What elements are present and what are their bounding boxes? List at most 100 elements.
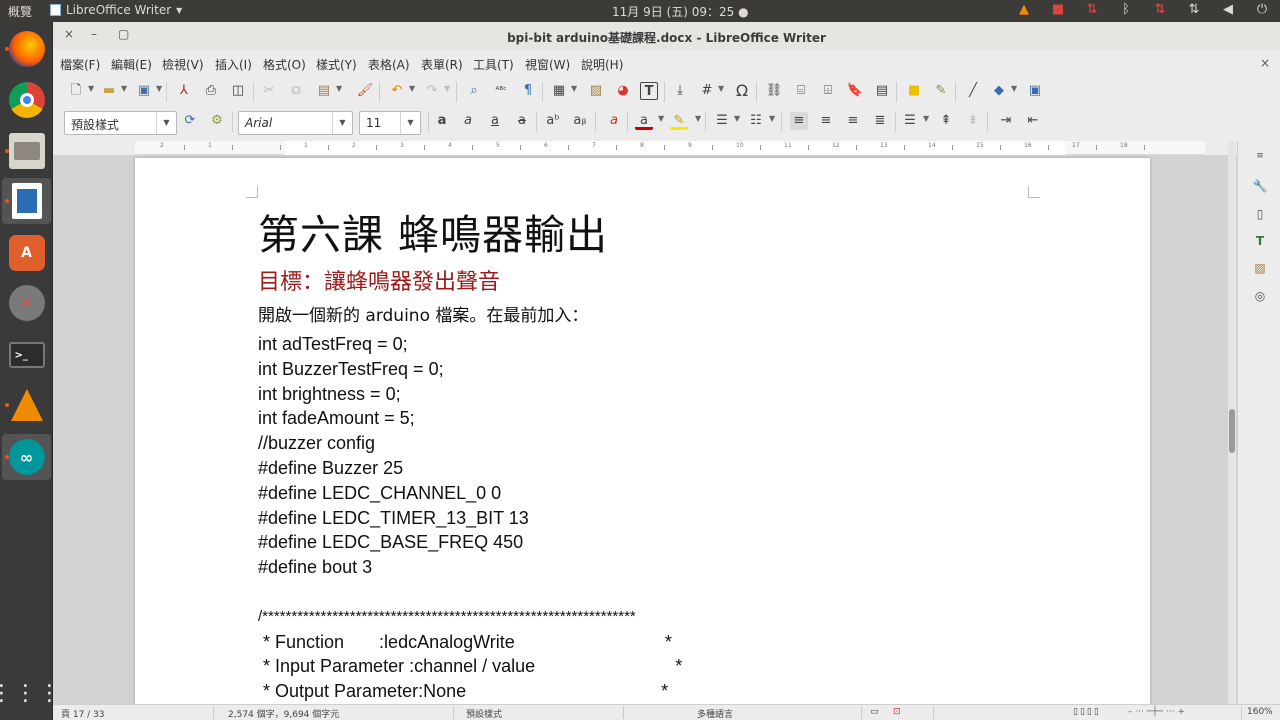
camera-tray-icon[interactable]: ■ bbox=[1050, 2, 1066, 17]
redo-icon[interactable]: ↷ bbox=[423, 82, 441, 100]
menu-window[interactable]: 視窗(W) bbox=[525, 56, 570, 73]
transfer-tray-icon[interactable]: ⇅ bbox=[1152, 2, 1168, 17]
title-bar[interactable]: × – ▢ bpi-bit arduino基礎課程.docx - LibreOf… bbox=[53, 22, 1280, 49]
navigator-icon[interactable]: ◎ bbox=[1251, 287, 1269, 305]
chrome-launcher[interactable] bbox=[2, 77, 51, 123]
document-content[interactable]: 第六課 蜂鳴器輸出 目標：讓蜂鳴器發出聲音 開啟一個新的 arduino 檔案。… bbox=[258, 208, 1038, 704]
font-color-icon[interactable]: a bbox=[635, 112, 653, 130]
new-document-icon[interactable]: 🗋 bbox=[67, 82, 85, 100]
files-launcher[interactable] bbox=[2, 128, 51, 174]
undo-icon[interactable]: ↶ bbox=[388, 82, 406, 100]
chevron-down-icon[interactable]: ▼ bbox=[409, 84, 415, 93]
endnote-icon[interactable]: ⌹ bbox=[819, 82, 837, 100]
bookmark-icon[interactable]: 🔖 bbox=[846, 82, 864, 100]
menu-tools[interactable]: 工具(T) bbox=[473, 56, 514, 73]
hyperlink-icon[interactable]: ⛓ bbox=[765, 82, 783, 100]
styles-icon[interactable]: T bbox=[1251, 232, 1269, 250]
settings-launcher[interactable]: ✕ bbox=[2, 280, 51, 326]
zoom-slider[interactable]: – ··· ─┼─ ··· + bbox=[1128, 707, 1185, 717]
show-applications-button[interactable]: ⋮⋮⋮ bbox=[0, 670, 61, 716]
line-spacing-icon[interactable]: ☰ bbox=[901, 112, 919, 130]
bluetooth-icon[interactable]: ᛒ bbox=[1118, 2, 1134, 17]
superscript-icon[interactable]: aᵇ bbox=[544, 112, 562, 130]
page-style[interactable]: 預設樣式 bbox=[466, 707, 502, 720]
footnote-icon[interactable]: ⌸ bbox=[792, 82, 810, 100]
chevron-down-icon[interactable]: ▼ bbox=[923, 114, 929, 123]
chevron-down-icon[interactable]: ▼ bbox=[121, 84, 127, 93]
font-size-combo[interactable]: 11 ▼ bbox=[359, 111, 421, 135]
copy-icon[interactable]: ⧉ bbox=[287, 82, 305, 100]
chevron-down-icon[interactable]: ▼ bbox=[444, 84, 450, 93]
language-status[interactable]: 多種語言 bbox=[697, 707, 733, 720]
document-page[interactable]: 第六課 蜂鳴器輸出 目標：讓蜂鳴器發出聲音 開啟一個新的 arduino 檔案。… bbox=[135, 158, 1150, 704]
decrease-indent-icon[interactable]: ⇤ bbox=[1024, 112, 1042, 130]
align-left-icon[interactable]: ≡ bbox=[790, 112, 808, 130]
clone-formatting-icon[interactable]: 🖌 bbox=[356, 82, 374, 100]
justify-icon[interactable]: ≣ bbox=[871, 112, 889, 130]
paste-icon[interactable]: ▤ bbox=[315, 82, 333, 100]
insert-field-icon[interactable]: # bbox=[698, 82, 716, 100]
page-icon[interactable]: ▯ bbox=[1251, 205, 1269, 223]
chevron-down-icon[interactable]: ▼ bbox=[336, 84, 342, 93]
print-preview-icon[interactable]: ◫ bbox=[229, 82, 247, 100]
formatting-marks-icon[interactable]: ¶ bbox=[519, 82, 537, 100]
comment-icon[interactable]: ■ bbox=[905, 82, 923, 100]
chevron-down-icon[interactable]: ▼ bbox=[769, 114, 775, 123]
align-right-icon[interactable]: ≡ bbox=[844, 112, 862, 130]
clock[interactable]: 11月 9日 (五) 09：25 ● bbox=[612, 3, 749, 20]
writer-launcher[interactable] bbox=[2, 178, 51, 224]
volume-icon[interactable]: ◀ bbox=[1220, 2, 1236, 17]
track-changes-icon[interactable]: ✎ bbox=[932, 82, 950, 100]
network-icon[interactable]: ⇅ bbox=[1186, 2, 1202, 17]
document-canvas[interactable]: 第六課 蜂鳴器輸出 目標：讓蜂鳴器發出聲音 開啟一個新的 arduino 檔案。… bbox=[53, 155, 1237, 704]
menu-form[interactable]: 表單(R) bbox=[421, 56, 463, 73]
chevron-down-icon[interactable]: ▼ bbox=[1011, 84, 1017, 93]
close-document-button[interactable]: × bbox=[1260, 56, 1270, 70]
save-icon[interactable]: ▣ bbox=[135, 82, 153, 100]
underline-icon[interactable]: a bbox=[486, 112, 504, 130]
page-counter[interactable]: 頁 17 / 33 bbox=[61, 707, 105, 720]
font-name-combo[interactable]: Arial ▼ bbox=[238, 111, 353, 135]
cut-icon[interactable]: ✂ bbox=[260, 82, 278, 100]
export-pdf-icon[interactable]: ⅄ bbox=[175, 82, 193, 100]
chevron-down-icon[interactable]: ▼ bbox=[400, 112, 420, 134]
line-icon[interactable]: ╱ bbox=[964, 82, 982, 100]
find-replace-icon[interactable]: ⌕ bbox=[465, 82, 483, 100]
chevron-down-icon[interactable]: ▼ bbox=[156, 84, 162, 93]
chevron-down-icon[interactable]: ▼ bbox=[658, 114, 664, 123]
increase-paragraph-spacing-icon[interactable]: ⇞ bbox=[937, 112, 955, 130]
draw-functions-icon[interactable]: ▣ bbox=[1026, 82, 1044, 100]
increase-indent-icon[interactable]: ⇥ bbox=[997, 112, 1015, 130]
decrease-paragraph-spacing-icon[interactable]: ⇟ bbox=[964, 112, 982, 130]
insert-image-icon[interactable]: ▨ bbox=[587, 82, 605, 100]
menu-help[interactable]: 說明(H) bbox=[581, 56, 623, 73]
vlc-launcher[interactable] bbox=[2, 382, 51, 428]
menu-view[interactable]: 檢視(V) bbox=[162, 56, 204, 73]
firefox-launcher[interactable] bbox=[2, 26, 51, 72]
menu-table[interactable]: 表格(A) bbox=[368, 56, 410, 73]
cross-reference-icon[interactable]: ▤ bbox=[873, 82, 891, 100]
chevron-down-icon[interactable]: ▼ bbox=[571, 84, 577, 93]
open-folder-icon[interactable]: ▬ bbox=[100, 82, 118, 100]
strikethrough-icon[interactable]: a bbox=[513, 112, 531, 130]
zoom-level[interactable]: 160% bbox=[1247, 707, 1273, 717]
menu-edit[interactable]: 編輯(E) bbox=[111, 56, 152, 73]
chevron-down-icon[interactable]: ▼ bbox=[88, 84, 94, 93]
properties-icon[interactable]: 🔧 bbox=[1251, 177, 1269, 195]
vertical-scrollbar[interactable] bbox=[1228, 141, 1236, 704]
paragraph-style-combo[interactable]: 預設樣式 ▼ bbox=[64, 111, 177, 135]
chevron-down-icon[interactable]: ▼ bbox=[734, 114, 740, 123]
menu-styles[interactable]: 樣式(Y) bbox=[316, 56, 357, 73]
italic-icon[interactable]: a bbox=[459, 112, 477, 130]
insert-mode-icon[interactable]: ▭ bbox=[870, 707, 879, 717]
sidebar-menu-icon[interactable]: ≡ bbox=[1251, 147, 1269, 165]
network-tray-icon[interactable]: ⇅ bbox=[1084, 2, 1100, 17]
gallery-icon[interactable]: ▨ bbox=[1251, 259, 1269, 277]
print-icon[interactable]: ⎙ bbox=[202, 82, 220, 100]
special-character-icon[interactable]: Ω bbox=[733, 82, 751, 100]
clear-formatting-icon[interactable]: a bbox=[605, 112, 623, 130]
chevron-down-icon[interactable]: ▼ bbox=[332, 112, 352, 134]
chevron-down-icon[interactable]: ▼ bbox=[718, 84, 724, 93]
terminal-launcher[interactable]: >_ bbox=[2, 332, 51, 378]
menu-insert[interactable]: 插入(I) bbox=[215, 56, 252, 73]
